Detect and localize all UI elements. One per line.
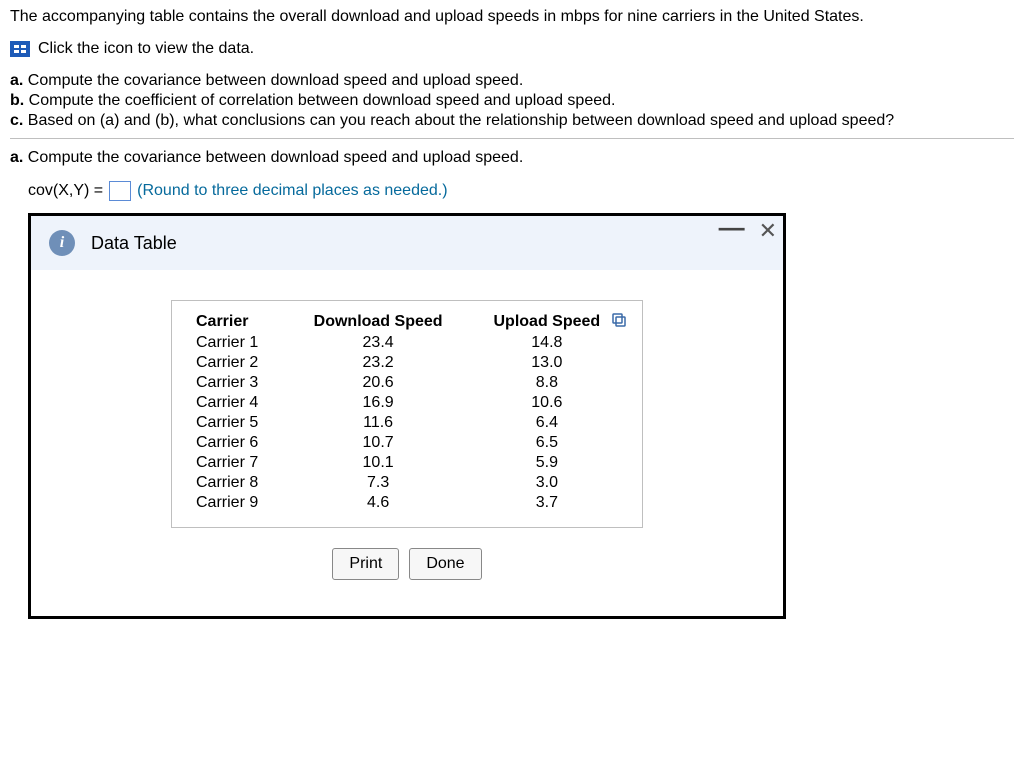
current-part-text: Compute the covariance between download … (28, 149, 523, 166)
modal-body: Carrier Download Speed Upload Speed Carr… (31, 270, 783, 616)
section-divider (10, 138, 1014, 139)
modal-header: i Data Table — ✕ (31, 216, 783, 270)
data-table-container: Carrier Download Speed Upload Speed Carr… (171, 300, 643, 528)
view-data-label: Click the icon to view the data. (38, 40, 254, 58)
part-c-text: Based on (a) and (b), what conclusions c… (28, 112, 894, 129)
cell-carrier: Carrier 7 (190, 453, 287, 473)
part-c-letter: c. (10, 112, 23, 129)
done-button[interactable]: Done (409, 548, 481, 580)
view-data-row: Click the icon to view the data. (10, 40, 1014, 58)
cell-carrier: Carrier 6 (190, 433, 287, 453)
cell-upload: 10.6 (470, 393, 624, 413)
answer-row: cov(X,Y) = (Round to three decimal place… (28, 181, 1014, 201)
data-table-modal: i Data Table — ✕ Carrier Download Speed … (28, 213, 786, 619)
cell-carrier: Carrier 2 (190, 353, 287, 373)
table-row: Carrier 710.15.9 (190, 453, 624, 473)
cell-upload: 14.8 (470, 333, 624, 353)
current-part-letter: a. (10, 149, 23, 166)
intro-text: The accompanying table contains the over… (10, 8, 1014, 26)
cell-download: 11.6 (287, 413, 470, 433)
cell-download: 10.7 (287, 433, 470, 453)
print-button[interactable]: Print (332, 548, 399, 580)
table-row: Carrier 223.213.0 (190, 353, 624, 373)
cell-download: 7.3 (287, 473, 470, 493)
table-row: Carrier 87.33.0 (190, 473, 624, 493)
table-row: Carrier 123.414.8 (190, 333, 624, 353)
cell-download: 23.2 (287, 353, 470, 373)
question-parts: a. Compute the covariance between downlo… (10, 72, 1014, 130)
answer-lhs: cov(X,Y) = (28, 182, 103, 200)
col-carrier: Carrier (190, 311, 287, 333)
cell-upload: 13.0 (470, 353, 624, 373)
minimize-icon[interactable]: — (719, 222, 745, 232)
col-download: Download Speed (287, 311, 470, 333)
cell-download: 23.4 (287, 333, 470, 353)
table-row: Carrier 94.63.7 (190, 493, 624, 513)
part-a-text: Compute the covariance between download … (28, 72, 523, 89)
cell-download: 4.6 (287, 493, 470, 513)
table-row: Carrier 416.910.6 (190, 393, 624, 413)
current-part-prompt: a. Compute the covariance between downlo… (10, 149, 1014, 167)
cell-download: 16.9 (287, 393, 470, 413)
table-row: Carrier 320.68.8 (190, 373, 624, 393)
cell-carrier: Carrier 9 (190, 493, 287, 513)
part-a-letter: a. (10, 72, 23, 89)
cell-upload: 8.8 (470, 373, 624, 393)
cell-carrier: Carrier 4 (190, 393, 287, 413)
cell-carrier: Carrier 3 (190, 373, 287, 393)
data-table: Carrier Download Speed Upload Speed Carr… (190, 311, 624, 513)
covariance-input[interactable] (109, 181, 131, 201)
cell-upload: 6.5 (470, 433, 624, 453)
table-grid-icon[interactable] (10, 41, 30, 57)
modal-title: Data Table (91, 233, 177, 254)
cell-upload: 3.7 (470, 493, 624, 513)
cell-upload: 6.4 (470, 413, 624, 433)
col-upload: Upload Speed (470, 311, 624, 333)
table-row: Carrier 610.76.5 (190, 433, 624, 453)
info-icon: i (49, 230, 75, 256)
cell-download: 20.6 (287, 373, 470, 393)
cell-carrier: Carrier 1 (190, 333, 287, 353)
rounding-hint: (Round to three decimal places as needed… (137, 182, 447, 200)
copy-icon[interactable] (610, 311, 628, 329)
table-row: Carrier 511.66.4 (190, 413, 624, 433)
part-b-letter: b. (10, 92, 24, 109)
part-b-text: Compute the coefficient of correlation b… (29, 92, 616, 109)
cell-upload: 5.9 (470, 453, 624, 473)
cell-upload: 3.0 (470, 473, 624, 493)
cell-carrier: Carrier 8 (190, 473, 287, 493)
close-icon[interactable]: ✕ (759, 218, 777, 244)
modal-footer: Print Done (51, 548, 763, 596)
cell-download: 10.1 (287, 453, 470, 473)
cell-carrier: Carrier 5 (190, 413, 287, 433)
